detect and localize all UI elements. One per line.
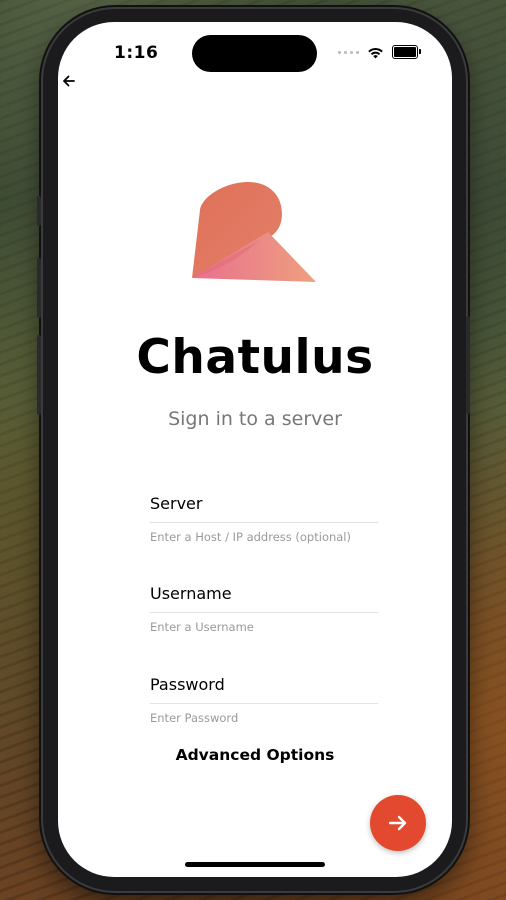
app-screen: 1:16 Chatulus Sign in to a server Server… xyxy=(58,22,452,877)
status-time: 1:16 xyxy=(114,43,159,63)
power-button xyxy=(466,316,470,414)
signal-dots-icon xyxy=(338,50,359,54)
server-field: Server xyxy=(150,493,378,545)
username-field: Username xyxy=(150,583,378,635)
password-field: Password xyxy=(150,674,378,726)
back-arrow-icon[interactable] xyxy=(60,72,78,90)
app-title: Chatulus xyxy=(136,330,374,385)
volume-up-button xyxy=(37,196,41,226)
home-indicator[interactable] xyxy=(185,862,325,867)
server-input[interactable] xyxy=(150,530,378,544)
wifi-icon xyxy=(368,47,383,58)
status-indicators xyxy=(338,45,421,59)
username-divider xyxy=(150,612,378,613)
username-label: Username xyxy=(150,584,232,603)
password-input[interactable] xyxy=(150,711,378,725)
chatulus-logo xyxy=(192,182,316,282)
battery-icon xyxy=(392,45,421,59)
dynamic-island xyxy=(192,35,317,72)
next-button[interactable] xyxy=(370,795,426,851)
arrow-right-icon xyxy=(388,815,407,831)
page-subtitle: Sign in to a server xyxy=(168,408,342,430)
server-label: Server xyxy=(150,494,203,513)
volume-down-button xyxy=(37,258,41,318)
server-divider xyxy=(150,522,378,523)
mute-button xyxy=(37,335,41,415)
password-divider xyxy=(150,703,378,704)
username-input[interactable] xyxy=(150,620,378,634)
password-label: Password xyxy=(150,675,225,694)
advanced-options-button[interactable]: Advanced Options xyxy=(58,746,452,764)
